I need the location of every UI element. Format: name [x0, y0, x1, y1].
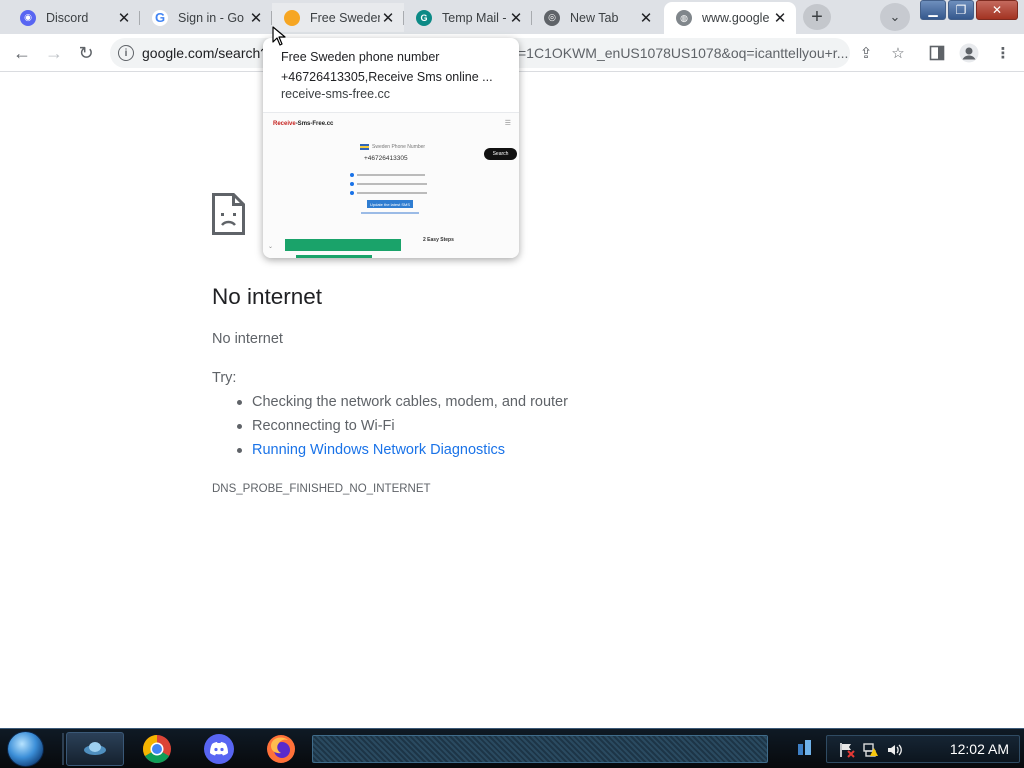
chevron-down-icon: ⌄: [889, 9, 901, 24]
network-diagnostics-link[interactable]: Running Windows Network Diagnostics: [237, 441, 568, 465]
error-code: DNS_PROBE_FINISHED_NO_INTERNET: [212, 483, 431, 495]
address-text-tail: =1C1OKWM_enUS1078US1078&oq=icanttellyou+…: [518, 45, 849, 61]
taskbar-app-icon[interactable]: [66, 732, 124, 766]
sad-page-icon: [212, 193, 245, 235]
tab-title: Sign in - Go: [178, 10, 245, 25]
close-icon[interactable]: ✕: [638, 10, 654, 27]
taskbar-chrome[interactable]: [128, 732, 186, 766]
globe-icon: ◍: [676, 10, 692, 26]
tab-title: New Tab: [570, 10, 619, 25]
reload-icon: ↻: [78, 42, 94, 63]
suggestion-list: Checking the network cables, modem, and …: [237, 393, 568, 465]
green-banner-bottom: [296, 255, 372, 258]
flag-alert-icon[interactable]: [839, 742, 855, 758]
bullet-dot: [350, 182, 354, 186]
network-warning-icon[interactable]: [863, 742, 879, 758]
tab-search-button[interactable]: ⌄: [880, 3, 910, 31]
hover-card-thumbnail: Receive-Sms-Free.cc ☰ Sweden Phone Numbe…: [263, 112, 519, 258]
address-text: google.com/search?: [142, 45, 269, 61]
back-button[interactable]: ←: [9, 40, 35, 66]
screen: ◉ Discord ✕ G Sign in - Go ✕ Free Sweden…: [0, 0, 1024, 768]
chevron-down-icon: ⌄: [268, 244, 274, 250]
firefox-icon: [267, 735, 295, 763]
error-title: No internet: [212, 284, 323, 309]
bullet-dot: [350, 191, 354, 195]
tab-title: Temp Mail -: [442, 10, 507, 25]
sms-site-icon: [284, 9, 300, 26]
tab-strip: ◉ Discord ✕ G Sign in - Go ✕ Free Sweden…: [0, 0, 1024, 34]
text-line: [357, 183, 427, 185]
error-subtitle: No internet: [212, 331, 283, 347]
volume-icon[interactable]: [887, 742, 903, 758]
suggestion-item: Reconnecting to Wi-Fi: [237, 417, 568, 441]
text-line: [357, 174, 425, 176]
profile-icon[interactable]: [958, 42, 980, 64]
close-icon[interactable]: ✕: [116, 10, 132, 27]
close-icon[interactable]: ✕: [508, 10, 524, 27]
tab-title: Discord: [46, 10, 89, 25]
tab-title: Free Sweden: [310, 10, 380, 25]
app-icon: [84, 742, 106, 755]
close-icon[interactable]: ✕: [248, 10, 264, 27]
thumbnail-update-button: Update the latest SMS: [367, 200, 413, 208]
restore-button[interactable]: ❐: [948, 0, 974, 20]
green-banner: [285, 239, 401, 251]
info-icon[interactable]: i: [118, 45, 134, 61]
forward-button[interactable]: →: [41, 40, 67, 66]
tab-discord[interactable]: ◉ Discord ✕: [8, 3, 140, 32]
sweden-flag-icon: [360, 144, 369, 150]
suggestion-item: Checking the network cables, modem, and …: [237, 393, 568, 417]
reload-button[interactable]: ↻: [73, 40, 99, 66]
share-icon[interactable]: ⇪: [855, 42, 877, 64]
close-icon[interactable]: ✕: [380, 10, 396, 27]
thumbnail-steps-label: 2 Easy Steps: [423, 237, 454, 243]
text-line: [361, 212, 419, 214]
window-controls: ▁ ❐ ✕: [920, 0, 1024, 20]
plus-icon: +: [811, 5, 823, 28]
tab-hover-card: Free Sweden phone number +46726413305,Re…: [263, 38, 519, 258]
mouse-cursor-icon: [272, 26, 286, 46]
system-tray: 12:02 AM: [826, 735, 1020, 763]
thumbnail-number: +46726413305: [364, 155, 408, 162]
menu-icon[interactable]: ⋮: [992, 42, 1014, 64]
chrome-icon: [143, 735, 171, 763]
new-tab-button[interactable]: +: [803, 4, 831, 30]
taskbar-discord[interactable]: [190, 732, 248, 766]
side-panel-icon[interactable]: [926, 42, 948, 64]
bullet-dot: [350, 173, 354, 177]
taskbar-firefox[interactable]: [252, 732, 310, 766]
google-icon: G: [152, 9, 168, 26]
chrome-icon: ◎: [544, 9, 560, 26]
close-window-button[interactable]: ✕: [976, 0, 1018, 20]
text-line: [357, 192, 427, 194]
hamburger-icon: ☰: [504, 120, 511, 127]
minimize-button[interactable]: ▁: [920, 0, 946, 20]
try-label: Try:: [212, 370, 237, 386]
taskbar-empty-area: [312, 735, 768, 763]
star-icon[interactable]: ☆: [887, 42, 909, 64]
temp-mail-icon: G: [416, 9, 432, 26]
site-logo: Receive-Sms-Free.cc: [273, 121, 334, 127]
start-button[interactable]: [7, 731, 44, 767]
tab-title: www.google: [702, 11, 770, 25]
network-monitor-icon[interactable]: [796, 737, 814, 757]
tab-google-signin[interactable]: G Sign in - Go ✕: [140, 3, 272, 32]
taskbar: 12:02 AM: [0, 728, 1024, 768]
arrow-right-icon: →: [45, 42, 63, 63]
discord-icon: [204, 734, 234, 764]
tab-free-sweden[interactable]: Free Sweden ✕: [272, 3, 404, 32]
arrow-left-icon: ←: [13, 42, 31, 63]
thumbnail-search-button: Search: [484, 148, 517, 160]
close-icon[interactable]: ✕: [772, 10, 788, 27]
hover-card-domain: receive-sms-free.cc: [281, 87, 391, 101]
tab-new-tab[interactable]: ◎ New Tab ✕: [532, 3, 662, 32]
clock[interactable]: 12:02 AM: [950, 741, 1009, 757]
thumbnail-heading: Sweden Phone Number: [372, 144, 426, 150]
hover-card-title: Free Sweden phone number +46726413305,Re…: [281, 50, 493, 84]
tab-google-search[interactable]: ◍ www.google ✕: [664, 2, 796, 34]
taskbar-divider: [62, 733, 64, 765]
discord-icon: ◉: [20, 9, 36, 26]
tab-temp-mail[interactable]: G Temp Mail - ✕: [404, 3, 532, 32]
